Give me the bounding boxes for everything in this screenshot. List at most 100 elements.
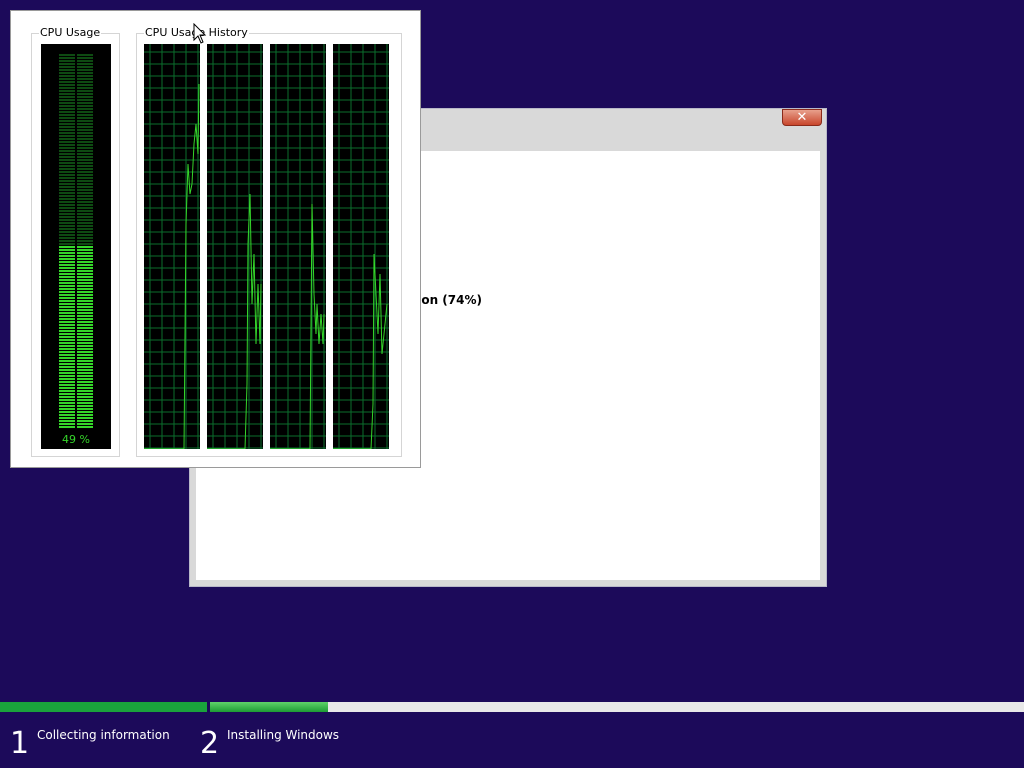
usage-meter-segment (77, 288, 93, 290)
usage-meter-segment (59, 189, 75, 191)
usage-meter-segment (59, 78, 75, 80)
usage-meter-segment (59, 420, 75, 422)
usage-meter-segment (77, 75, 93, 77)
usage-meter-segment (59, 321, 75, 323)
usage-meter-segment (77, 249, 93, 251)
usage-meter-segment (77, 423, 93, 425)
usage-meter-segment (77, 240, 93, 242)
usage-meter-segment (77, 420, 93, 422)
usage-meter-segment (77, 261, 93, 263)
usage-meter-segment (59, 87, 75, 89)
usage-meter-segment (59, 177, 75, 179)
usage-meter-segment (59, 201, 75, 203)
usage-meter-segment (77, 336, 93, 338)
usage-meter-segment (77, 267, 93, 269)
usage-meter-segment (59, 138, 75, 140)
usage-meter-segment (77, 339, 93, 341)
usage-meter-segment (59, 264, 75, 266)
usage-meter-segment (77, 102, 93, 104)
usage-meter-segment (59, 423, 75, 425)
usage-meter-segment (77, 120, 93, 122)
usage-meter-segment (77, 309, 93, 311)
usage-meter-segment (77, 123, 93, 125)
usage-meter-segment (77, 132, 93, 134)
usage-meter-segment (77, 111, 93, 113)
usage-meter-segment (59, 66, 75, 68)
cpu-usage-meter: 49 % (41, 44, 111, 449)
usage-meter-segment (59, 273, 75, 275)
mouse-cursor-icon (193, 23, 207, 44)
usage-meter-segment (59, 105, 75, 107)
usage-meter-segment (59, 228, 75, 230)
usage-meter-segment (59, 120, 75, 122)
usage-meter-segment (77, 186, 93, 188)
usage-meter-segment (59, 399, 75, 401)
cpu-core-history-graph (333, 44, 389, 449)
usage-meter-segment (59, 192, 75, 194)
usage-meter-segment (77, 87, 93, 89)
usage-meter-segment (59, 339, 75, 341)
usage-meter-segment (77, 135, 93, 137)
usage-meter-segment (59, 147, 75, 149)
usage-meter-segment (77, 384, 93, 386)
usage-meter-segment (59, 309, 75, 311)
progress-fill-installing (210, 702, 329, 712)
usage-meter-segment (59, 327, 75, 329)
usage-meter-segment (77, 222, 93, 224)
usage-meter-segment (59, 345, 75, 347)
usage-meter-segment (77, 243, 93, 245)
usage-meter-segment (59, 234, 75, 236)
usage-meter-segment (59, 150, 75, 152)
usage-meter-segment (77, 390, 93, 392)
usage-meter-segment (77, 342, 93, 344)
usage-meter-segment (59, 366, 75, 368)
usage-meter-segment (59, 204, 75, 206)
usage-meter-segment (77, 93, 93, 95)
cpu-history-graphs (144, 44, 391, 449)
usage-meter-segment (77, 69, 93, 71)
usage-meter-segment (77, 177, 93, 179)
usage-meter-segment (59, 198, 75, 200)
usage-meter-segment (77, 348, 93, 350)
close-button[interactable]: ✕ (782, 109, 822, 126)
usage-meter-segment (59, 186, 75, 188)
usage-meter-segment (59, 330, 75, 332)
usage-meter-segment (77, 363, 93, 365)
usage-meter-segment (59, 96, 75, 98)
cpu-core-history-graph (207, 44, 263, 449)
usage-meter-segment (77, 141, 93, 143)
usage-meter-segment (59, 390, 75, 392)
usage-meter-segment (77, 126, 93, 128)
usage-meter-segment (77, 219, 93, 221)
usage-meter-segment (59, 117, 75, 119)
usage-meter-segment (77, 270, 93, 272)
usage-meter-segment (77, 57, 93, 59)
usage-meter-segment (59, 279, 75, 281)
usage-meter-segment (77, 153, 93, 155)
usage-meter-segment (59, 153, 75, 155)
usage-meter-segment (59, 363, 75, 365)
usage-meter-segment (77, 138, 93, 140)
usage-meter-segment (77, 279, 93, 281)
usage-meter-segment (77, 147, 93, 149)
usage-meter-segment (59, 54, 75, 56)
usage-meter-segment (77, 321, 93, 323)
usage-meter-segment (77, 387, 93, 389)
usage-meter-segment (77, 357, 93, 359)
usage-meter-segment (59, 252, 75, 254)
usage-meter-segment (77, 150, 93, 152)
usage-meter-segment (77, 294, 93, 296)
progress-fill-collecting (0, 702, 207, 712)
usage-meter-segment (59, 267, 75, 269)
usage-meter-segment (59, 243, 75, 245)
usage-meter-segment (77, 198, 93, 200)
usage-meter-segment (77, 306, 93, 308)
step-label: Installing Windows (227, 728, 340, 742)
usage-meter-segment (59, 426, 75, 428)
usage-meter-segment (77, 324, 93, 326)
cpu-usage-label: CPU Usage (39, 26, 102, 39)
usage-meter-segment (59, 351, 75, 353)
usage-meter-segment (77, 345, 93, 347)
usage-meter-segment (59, 99, 75, 101)
usage-meter-segment (59, 132, 75, 134)
